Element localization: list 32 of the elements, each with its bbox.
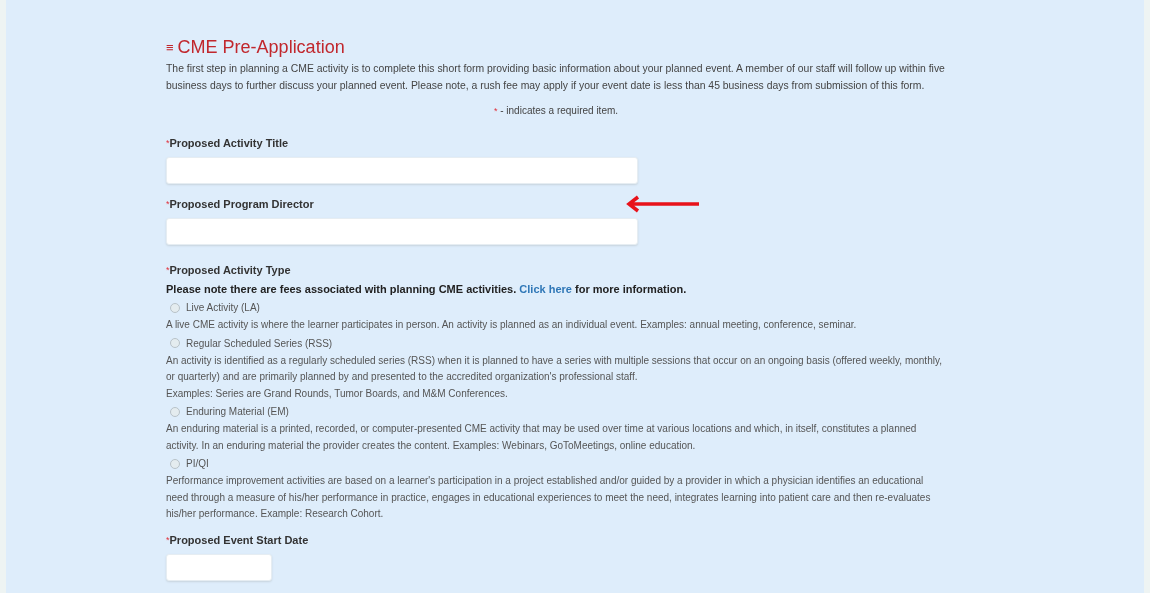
- required-mark: *: [166, 265, 170, 275]
- input-field[interactable]: [166, 157, 638, 184]
- field-label: Proposed Event Start Date: [169, 533, 309, 546]
- link[interactable]: Click here: [519, 283, 572, 295]
- option-description: Performance improvement activities are based on a learner's participation in a project established and/or guided by a provider in which a physician identifies an educational need through a measure of his/her performance in practice, engages in educational experiences to meet the need, integrates learning into patient care and then re-evaluates his/her performance. Example: Research Cohort.: [166, 474, 932, 521]
- option-label: PI/QI: [186, 458, 209, 469]
- option-label: Live Activity (LA): [186, 302, 260, 313]
- arrow-icon: [626, 195, 700, 213]
- input-field[interactable]: [166, 218, 638, 245]
- date-field[interactable]: [166, 553, 272, 581]
- required-mark: *: [166, 199, 170, 209]
- intro-text: The first step in planning a CME activity is to complete this short form providing basic information about your planned event. A member of our staff will follow up within five business days to further discuss your planned event. Please note, a rush fee may apply if your event date is less than 45 business days from submission of this form.: [166, 62, 946, 93]
- option-label: Regular Scheduled Series (RSS): [186, 337, 333, 349]
- radio-button[interactable]: [170, 302, 180, 313]
- option-description: Examples: Series are Grand Rounds, Tumor Boards, and M&M Conferences.: [166, 386, 509, 401]
- page-title: CME Pre-Application: [177, 36, 345, 58]
- option-label: Enduring Material (EM): [186, 406, 289, 417]
- option-description: A live CME activity is where the learner participates in person. An activity is planned as an individual event. Examples: annual meeting, conference, seminar.: [166, 318, 858, 332]
- option-description: An enduring material is a printed, recorded, or computer-presented CME activity that may be used over time at various locations and which, in itself, constitutes a planned activity. In an enduring material the provider creates the content. Examples: Webinars, GoToMeetings, online education.: [166, 422, 918, 453]
- field-label: Proposed Program Director: [169, 198, 314, 210]
- required-mark: *: [166, 534, 170, 545]
- field-label: Proposed Activity Title: [169, 137, 289, 149]
- field-label: Proposed Activity Type: [169, 264, 291, 276]
- fee-note: Please note there are fees associated with planning CME activities. Click here for more information.: [166, 283, 688, 295]
- required-mark: *: [166, 138, 170, 148]
- option-description: An activity is identified as a regularly scheduled series (RSS) when it is planned to have a series with multiple sessions that occur on an ongoing basis (offered weekly, monthly, or quarterly) and are primarily planned by and presented to the accredited organization's professional staff.: [166, 353, 943, 384]
- required-note: - indicates a required item.: [499, 105, 619, 116]
- required-mark: *: [493, 106, 498, 116]
- radio-button[interactable]: [170, 338, 180, 348]
- radio-button[interactable]: [170, 458, 180, 469]
- radio-button[interactable]: [170, 406, 180, 417]
- menu-icon: ≡: [166, 39, 174, 55]
